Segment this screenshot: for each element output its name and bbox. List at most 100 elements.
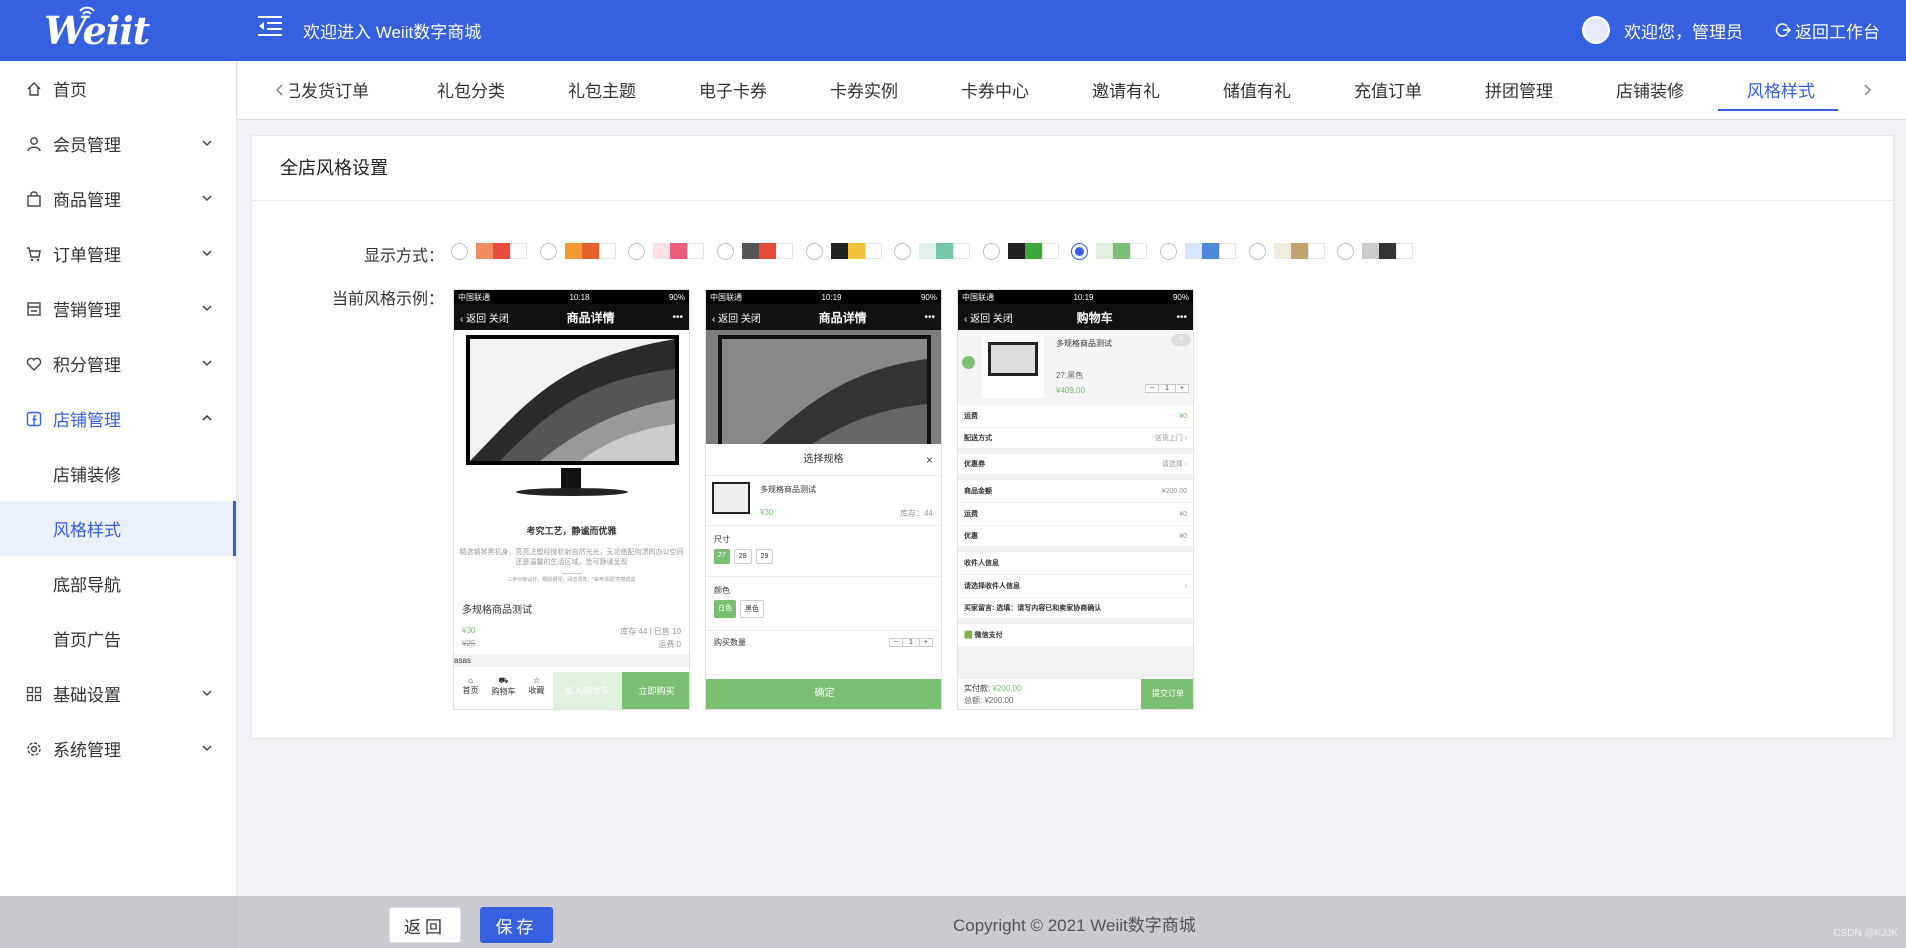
choose-receiver-row[interactable]: 请选择收件人信息 › bbox=[958, 575, 1193, 598]
tab-e-coupon[interactable]: 电子卡券 bbox=[699, 77, 767, 102]
chevron-down-icon bbox=[202, 250, 212, 257]
close-icon[interactable]: × bbox=[926, 444, 933, 476]
tab-store-decoration[interactable]: 店铺装修 bbox=[1616, 77, 1684, 102]
sidebar-item-label: 积分管理 bbox=[53, 356, 121, 375]
grid-icon bbox=[25, 685, 43, 703]
back-to-workbench-link[interactable]: 返回工作台 bbox=[1775, 18, 1880, 43]
style-option[interactable] bbox=[540, 241, 616, 261]
style-option[interactable] bbox=[1071, 241, 1147, 261]
tab-coupon-center[interactable]: 卡券中心 bbox=[961, 77, 1029, 102]
submit-order-button[interactable]: 提交订单 bbox=[1141, 679, 1193, 709]
watermark-text: CSDN @KJJK bbox=[1833, 928, 1898, 939]
display-mode-label: 显示方式： bbox=[363, 248, 444, 265]
tab-group-buy[interactable]: 拼团管理 bbox=[1485, 77, 1553, 102]
style-option[interactable] bbox=[1160, 241, 1236, 261]
tab-recharge-orders[interactable]: 充值订单 bbox=[1354, 77, 1422, 102]
sidebar-item-system[interactable]: 系统管理 bbox=[0, 721, 236, 776]
style-radio[interactable] bbox=[1071, 242, 1088, 260]
welcome-text: 欢迎进入 Weiit数字商城 bbox=[303, 23, 482, 42]
color-swatch bbox=[476, 243, 493, 259]
monitor-image bbox=[466, 335, 679, 465]
sidebar-subitem-bottom-nav[interactable]: 底部导航 bbox=[0, 556, 236, 611]
gear-icon bbox=[25, 740, 43, 758]
chevron-left-icon[interactable] bbox=[273, 83, 287, 97]
buy-now-button[interactable]: 立即购买 bbox=[622, 672, 689, 709]
style-option[interactable] bbox=[451, 241, 527, 261]
coupon-row[interactable]: 优惠券 请选择 › bbox=[958, 454, 1193, 480]
message-row[interactable]: 买家留言: 选填：请写内容已和卖家协商确认 bbox=[958, 598, 1193, 624]
tab-stored-value-gift[interactable]: 储值有礼 bbox=[1223, 77, 1291, 102]
size-option[interactable]: 27 bbox=[714, 549, 730, 564]
style-radio[interactable] bbox=[806, 242, 823, 260]
wifi-icon bbox=[79, 6, 95, 15]
color-swatch bbox=[848, 243, 865, 259]
color-swatch bbox=[1219, 243, 1236, 259]
sidebar-item-marketing[interactable]: 营销管理 bbox=[0, 281, 236, 336]
add-to-cart-button[interactable]: 加入购物车 bbox=[553, 672, 622, 709]
size-option[interactable]: 29 bbox=[755, 549, 774, 564]
sidebar-item-store[interactable]: 店铺管理 bbox=[0, 391, 236, 446]
style-radio[interactable] bbox=[1337, 242, 1354, 260]
sidebar-item-products[interactable]: 商品管理 bbox=[0, 171, 236, 226]
sidebar-subitem-home-ads[interactable]: 首页广告 bbox=[0, 611, 236, 666]
sidebar-item-basic-settings[interactable]: 基础设置 bbox=[0, 666, 236, 721]
tab-invite-gift[interactable]: 邀请有礼 bbox=[1092, 77, 1160, 102]
color-option[interactable]: 白色 bbox=[714, 600, 736, 618]
tab-gift-theme[interactable]: 礼包主题 bbox=[568, 77, 636, 102]
menu-fold-icon[interactable] bbox=[258, 15, 282, 37]
nav-cart[interactable]: ⛟ 购物车 bbox=[487, 672, 520, 709]
style-option[interactable] bbox=[806, 241, 882, 261]
tab-coupon-instance[interactable]: 卡券实例 bbox=[830, 77, 898, 102]
confirm-button[interactable]: 确定 bbox=[706, 679, 941, 709]
remove-icon[interactable]: × bbox=[1171, 334, 1191, 346]
style-radio[interactable] bbox=[1249, 242, 1266, 260]
chevron-right-icon[interactable] bbox=[1860, 83, 1874, 97]
color-swatch bbox=[1274, 243, 1291, 259]
style-option[interactable] bbox=[1249, 241, 1325, 261]
tab-shipped-orders[interactable]: 已发货订单 bbox=[290, 77, 369, 102]
sidebar-item-points[interactable]: 积分管理 bbox=[0, 336, 236, 391]
color-swatch bbox=[565, 243, 582, 259]
style-option[interactable] bbox=[1337, 241, 1413, 261]
style-option[interactable] bbox=[894, 241, 970, 261]
style-option[interactable] bbox=[717, 241, 793, 261]
sidebar-item-home[interactable]: 首页 bbox=[0, 61, 236, 116]
sheet-header: 选择规格 × bbox=[706, 444, 941, 476]
style-radio[interactable] bbox=[1160, 242, 1177, 260]
bag-icon bbox=[25, 190, 43, 208]
sidebar-item-orders[interactable]: 订单管理 bbox=[0, 226, 236, 281]
sidebar-item-members[interactable]: 会员管理 bbox=[0, 116, 236, 171]
tab-style[interactable]: 风格样式 bbox=[1747, 77, 1815, 102]
logo[interactable]: Weiit bbox=[0, 6, 150, 53]
save-button[interactable]: 保存 bbox=[480, 907, 553, 943]
sidebar-item-label: 店铺管理 bbox=[53, 411, 121, 430]
chevron-down-icon bbox=[202, 305, 212, 312]
style-radio[interactable] bbox=[451, 242, 468, 260]
style-option[interactable] bbox=[983, 241, 1059, 261]
sidebar-item-label: 基础设置 bbox=[53, 686, 121, 705]
quantity-stepper[interactable]: −1 + bbox=[888, 638, 933, 647]
check-icon[interactable] bbox=[962, 356, 975, 369]
tab-gift-category[interactable]: 礼包分类 bbox=[437, 77, 505, 102]
size-option[interactable]: 28 bbox=[733, 549, 752, 564]
cart-price: ¥409.00 bbox=[1056, 386, 1085, 395]
style-option[interactable] bbox=[628, 241, 704, 261]
avatar[interactable] bbox=[1582, 16, 1610, 44]
style-radio[interactable] bbox=[540, 242, 557, 260]
sidebar-subitem-style[interactable]: 风格样式 bbox=[0, 501, 236, 556]
dimmed-product-image bbox=[706, 330, 941, 444]
color-option[interactable]: 黑色 bbox=[740, 600, 764, 618]
nav-fav[interactable]: ☆ 收藏 bbox=[520, 672, 553, 709]
style-radio[interactable] bbox=[894, 242, 911, 260]
quantity-stepper[interactable]: −1 + bbox=[1144, 384, 1189, 393]
style-radio[interactable] bbox=[717, 242, 734, 260]
nav-home[interactable]: ⌂ 首页 bbox=[454, 672, 487, 709]
back-button[interactable]: 返回 bbox=[389, 907, 461, 943]
style-radio[interactable] bbox=[983, 242, 1000, 260]
product-tag: asas bbox=[454, 654, 689, 667]
sidebar-subitem-store-decoration[interactable]: 店铺装修 bbox=[0, 446, 236, 501]
style-radio[interactable] bbox=[628, 242, 645, 260]
freight2-row: 运费 ¥0 bbox=[958, 503, 1193, 526]
delivery-row[interactable]: 配送方式 送货上门 › bbox=[958, 428, 1193, 454]
wechat-pay-row[interactable]: 🟩 微信支付 bbox=[958, 624, 1193, 647]
